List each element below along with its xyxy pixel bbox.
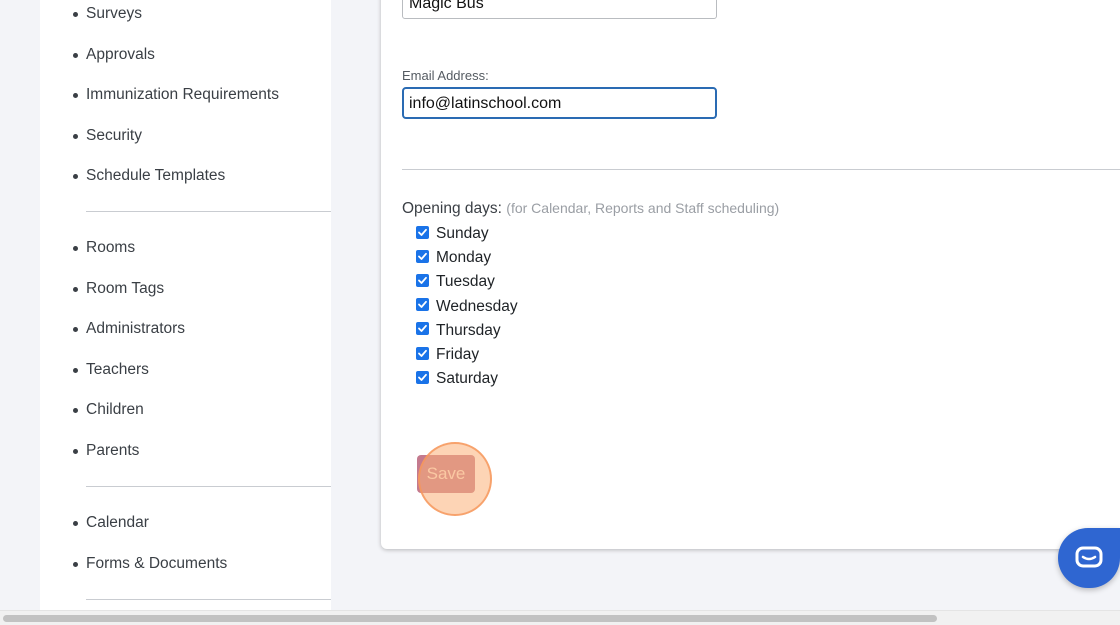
sidebar-menu-settings: Surveys Approvals Immunization Requirement…	[40, 0, 331, 203]
save-button[interactable]: Save	[417, 455, 475, 493]
monday-checkbox[interactable]	[416, 249, 429, 263]
friday-checkbox[interactable]	[416, 346, 429, 360]
day-label: Sunday	[436, 225, 489, 243]
day-option-thursday[interactable]: Thursday	[416, 319, 518, 343]
day-option-friday[interactable]: Friday	[416, 343, 518, 367]
school-name-field[interactable]	[402, 0, 717, 19]
day-option-saturday[interactable]: Saturday	[416, 367, 518, 391]
tuesday-checkbox[interactable]	[416, 273, 429, 287]
sidebar-divider	[86, 211, 331, 212]
opening-days-hint: (for Calendar, Reports and Staff schedul…	[506, 200, 780, 216]
sunday-checkbox[interactable]	[416, 225, 429, 239]
settings-card: Email Address: Opening days: (for Calend…	[381, 0, 1120, 549]
sidebar: Surveys Approvals Immunization Requirement…	[40, 0, 331, 610]
sidebar-divider	[86, 599, 331, 600]
wednesday-checkbox[interactable]	[416, 298, 429, 312]
scrollbar-thumb[interactable]	[3, 615, 937, 622]
opening-days-list: Sunday Monday Tuesday Wednesday Thursday Frid…	[416, 222, 518, 391]
page: Surveys Approvals Immunization Requirement…	[0, 0, 1120, 625]
sidebar-menu-tools: Calendar Forms & Documents	[40, 509, 331, 590]
chat-button[interactable]	[1058, 528, 1120, 588]
sidebar-item-administrators[interactable]: Administrators	[40, 315, 331, 356]
email-label: Email Address:	[402, 68, 489, 83]
day-label: Thursday	[436, 321, 501, 339]
sidebar-item-calendar[interactable]: Calendar	[40, 509, 331, 550]
day-option-wednesday[interactable]: Wednesday	[416, 295, 518, 319]
sidebar-item-teachers[interactable]: Teachers	[40, 356, 331, 397]
chat-icon	[1075, 546, 1103, 568]
sidebar-divider	[86, 486, 331, 487]
email-field[interactable]	[402, 87, 717, 119]
day-label: Wednesday	[436, 297, 518, 315]
sidebar-item-surveys[interactable]: Surveys	[40, 0, 331, 41]
sidebar-item-security[interactable]: Security	[40, 122, 331, 163]
thursday-checkbox[interactable]	[416, 322, 429, 336]
day-option-tuesday[interactable]: Tuesday	[416, 270, 518, 294]
sidebar-menu-people: Rooms Room Tags Administrators Teachers Chil…	[40, 234, 331, 477]
day-label: Friday	[436, 346, 480, 364]
sidebar-item-immunization-requirements[interactable]: Immunization Requirements	[40, 81, 331, 122]
section-divider	[402, 169, 1120, 170]
day-option-sunday[interactable]: Sunday	[416, 222, 518, 246]
sidebar-item-forms-documents[interactable]: Forms & Documents	[40, 550, 331, 591]
sidebar-item-room-tags[interactable]: Room Tags	[40, 275, 331, 316]
day-label: Monday	[436, 249, 492, 267]
day-option-monday[interactable]: Monday	[416, 246, 518, 270]
day-label: Tuesday	[436, 273, 495, 291]
saturday-checkbox[interactable]	[416, 370, 429, 384]
sidebar-item-parents[interactable]: Parents	[40, 437, 331, 478]
horizontal-scrollbar[interactable]	[0, 610, 1120, 625]
opening-days-label: Opening days:	[402, 200, 502, 217]
sidebar-item-rooms[interactable]: Rooms	[40, 234, 331, 275]
opening-days-heading: Opening days: (for Calendar, Reports and…	[402, 200, 779, 218]
sidebar-item-children[interactable]: Children	[40, 396, 331, 437]
sidebar-item-schedule-templates[interactable]: Schedule Templates	[40, 162, 331, 203]
day-label: Saturday	[436, 370, 499, 388]
sidebar-item-approvals[interactable]: Approvals	[40, 41, 331, 82]
